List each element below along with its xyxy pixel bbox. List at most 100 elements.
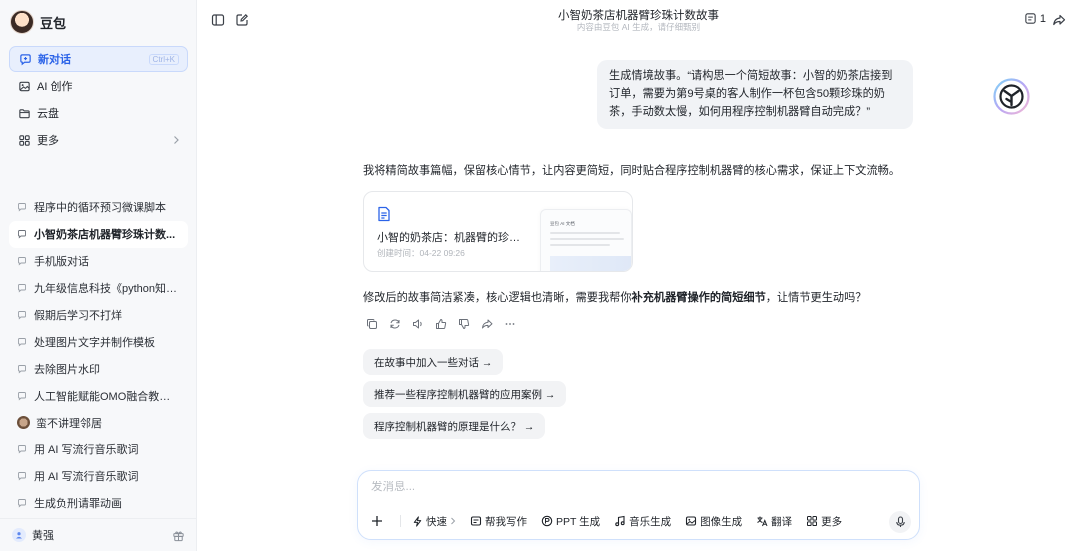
history-item-label: 用 AI 写流行音乐歌词 [34,444,139,457]
grid-icon [17,133,31,147]
history-item-label: 去除图片水印 [34,363,100,376]
history-item[interactable]: 处理图片文字并制作模板 [9,328,188,355]
suggestion-chip[interactable]: 程序控制机器臂的原理是什么？ → [363,413,546,439]
document-count-button[interactable]: 1 [1024,12,1046,25]
tool-ppt[interactable]: PPT 生成 [541,514,600,529]
doubao-avatar [10,10,34,34]
brand[interactable]: 豆包 [10,9,66,35]
tool-label: 翻译 [771,515,793,528]
tool-translate[interactable]: 翻译 [756,514,792,529]
chat-bubble-icon [17,202,27,212]
brand-name: 豆包 [40,15,67,31]
history-item-label: 用 AI 写流行音乐歌词 [34,471,139,484]
thumbnail-image [550,256,631,271]
tool-label: 音乐生成 [629,515,672,528]
chat-bubble-icon [17,256,27,266]
tool-label: PPT 生成 [556,515,601,528]
sidebar: 豆包 新对话 Ctrl+K AI 创作 云盘 更多 程序中的循环预习微课脚本 小… [0,0,197,551]
suggestion-chip[interactable]: 在故事中加入一些对话 → [363,349,504,375]
translate-icon [756,515,768,527]
history-item[interactable]: 手机版对话 [9,248,188,275]
chat-bubble-icon [17,498,27,508]
thumbnail-line [550,238,624,240]
shortcut-badge: Ctrl+K [148,53,179,65]
history-item-label: 小智奶茶店机器臂珍珠计数... [34,229,176,242]
tool-more[interactable]: 更多 [806,514,842,529]
gift-icon[interactable] [172,529,185,542]
ppt-icon [541,515,553,527]
history-item-label: 程序中的循环预习微课脚本 [34,202,166,215]
document-icon [377,206,391,222]
image-icon [685,515,697,527]
document-title: 小智的奶茶店：机器臂的珍珠计... [377,232,527,244]
write-icon [470,515,482,527]
doubao-bot-logo-icon [993,78,1030,115]
history-item[interactable]: 生成负刑请罪动画 [9,490,188,517]
more-options-icon[interactable] [503,317,516,330]
history-item[interactable]: 人工智能赋能OMO融合教学实... [9,382,188,409]
agent-avatar-icon [17,416,30,430]
history-item-label: 处理图片文字并制作模板 [34,336,155,349]
folder-icon [17,106,31,120]
history-item[interactable]: 程序中的循环预习微课脚本 [9,194,188,221]
history-item[interactable]: 用 AI 写流行音乐歌词 [9,463,188,490]
chat-bubble-icon [17,444,27,454]
lightning-icon [411,515,423,527]
sidebar-item-more[interactable]: 更多 [9,127,188,153]
tool-image[interactable]: 图像生成 [685,514,742,529]
chat-bubble-icon [17,391,27,401]
history-item-label: 人工智能赋能OMO融合教学实... [34,390,180,403]
regenerate-icon[interactable] [388,317,401,330]
message-actions [365,317,516,330]
history-item[interactable]: 九年级信息科技《python知识... [9,275,188,302]
history-item-label: 蛮不讲理邻居 [36,417,102,430]
history-item[interactable]: 用 AI 写流行音乐歌词 [9,436,188,463]
history-item-label: 九年级信息科技《python知识... [34,283,180,296]
document-card[interactable]: 小智的奶茶店：机器臂的珍珠计... 创建时间：04-22 09:26 豆包 AI… [363,191,633,272]
tool-label: 图像生成 [700,515,743,528]
sidebar-nav: 新对话 Ctrl+K AI 创作 云盘 更多 [9,46,188,154]
sidebar-item-label: 新对话 [38,54,71,66]
suggestion-chip[interactable]: 推荐一些程序控制机器臂的应用案例 → [363,381,567,407]
share-icon[interactable] [480,317,493,330]
ai-disclaimer: 内容由豆包 AI 生成，请仔细甄别 [576,22,701,32]
voice-input-button[interactable] [889,511,911,533]
history-item-active[interactable]: 小智奶茶店机器臂珍珠计数... [9,220,188,248]
user-message-bubble: 生成情境故事。“请构思一个简短故事：小智的奶茶店接到订单，需要为第9号桌的客人制… [597,60,913,129]
tool-label: 快速 [426,515,447,528]
reply-text: 修改后的故事简洁紧凑，核心逻辑也清晰，需要我帮你 [363,292,632,304]
thumbs-up-icon[interactable] [434,317,447,330]
document-created-time: 创建时间：04-22 09:26 [377,248,465,258]
toolbar-divider [400,515,401,527]
history-item[interactable]: 假期后学习不打烊 [9,302,188,329]
reply-text: ，让情节更生动吗？ [765,292,867,304]
music-icon [614,515,626,527]
tool-writing[interactable]: 帮我写作 [470,514,527,529]
attach-plus-icon[interactable] [370,514,384,528]
chat-bubble-icon [17,337,27,347]
message-input[interactable] [371,481,891,493]
copy-icon[interactable] [365,317,378,330]
sidebar-item-label: AI 创作 [37,81,73,93]
sidebar-item-ai-create[interactable]: AI 创作 [9,73,188,99]
chat-header: 小智奶茶店机器臂珍珠计数故事 内容由豆包 AI 生成，请仔细甄别 1 [197,0,1080,40]
user-name[interactable]: 黄强 [32,527,172,543]
chat-bubble-icon [17,310,27,320]
tool-label: 帮我写作 [485,515,527,528]
user-avatar[interactable] [12,528,26,542]
history-item[interactable]: 蛮不讲理邻居 [9,409,188,436]
thumbs-down-icon[interactable] [457,317,470,330]
tool-music[interactable]: 音乐生成 [614,514,671,529]
history-item[interactable]: 去除图片水印 [9,355,188,382]
tool-quick[interactable]: 快速 [411,514,456,529]
speaker-icon[interactable] [411,317,424,330]
document-count: 1 [1039,12,1046,25]
new-chat-icon [18,52,32,66]
sidebar-item-new-chat[interactable]: 新对话 Ctrl+K [9,46,188,72]
assistant-reply-followup: 修改后的故事简洁紧凑，核心逻辑也清晰，需要我帮你补充机器臂操作的简短细节，让情节… [363,289,866,305]
sidebar-item-cloud-drive[interactable]: 云盘 [9,100,188,126]
thumbnail-title: 豆包 AI 文档 [550,221,575,226]
thumbnail-line [550,244,610,246]
chat-history-list: 程序中的循环预习微课脚本 小智奶茶店机器臂珍珠计数... 手机版对话 九年级信息… [9,194,188,517]
share-button[interactable] [1051,12,1067,28]
